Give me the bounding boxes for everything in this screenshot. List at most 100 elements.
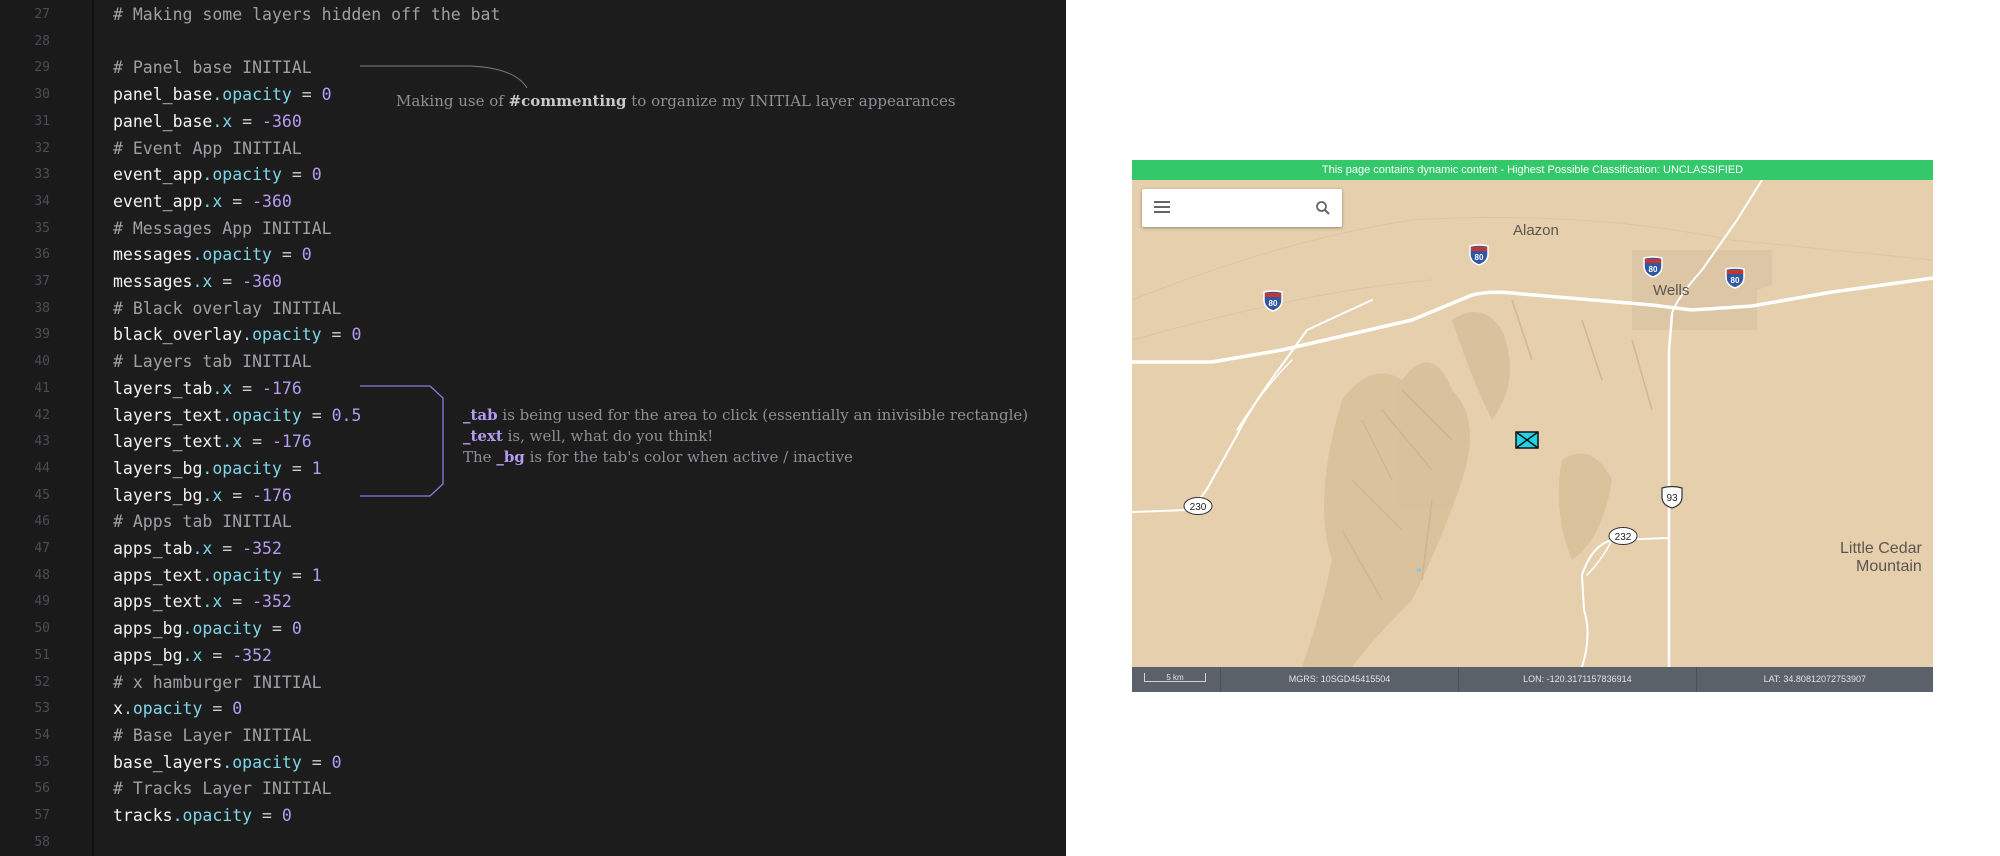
code-token-var: apps_bg: [113, 645, 183, 665]
code-token-var: apps_text: [113, 565, 203, 585]
code-token-var: panel_base: [113, 85, 213, 105]
code-line[interactable]: # Messages App INITIAL: [113, 216, 332, 243]
code-token-op: =: [271, 245, 302, 265]
svg-text:93: 93: [1666, 493, 1678, 504]
code-token-num: 0: [311, 165, 322, 185]
code-token-num: -176: [252, 485, 292, 505]
code-token-prop: .opacity: [192, 245, 272, 265]
track-marker-icon[interactable]: [1515, 431, 1539, 449]
code-line[interactable]: # Making some layers hidden off the bat: [113, 2, 500, 29]
hamburger-menu-icon[interactable]: [1154, 201, 1170, 215]
code-token-num: -360: [262, 111, 302, 131]
code-token-prop: .opacity: [242, 325, 322, 345]
route-232: [1581, 537, 1670, 667]
code-token-num: 1: [311, 565, 322, 585]
code-line[interactable]: # Base Layer INITIAL: [113, 723, 312, 750]
code-line[interactable]: layers_text.x = -176: [113, 429, 312, 456]
code-token-prop: .x: [182, 645, 203, 665]
line-number: 46: [34, 514, 50, 530]
svg-text:230: 230: [1190, 502, 1207, 513]
line-number: 55: [34, 754, 50, 770]
code-token-prop: .x: [202, 191, 223, 211]
search-icon[interactable]: [1314, 199, 1332, 217]
code-line[interactable]: apps_bg.x = -352: [113, 643, 272, 670]
code-line[interactable]: black_overlay.opacity = 0: [113, 322, 361, 349]
code-line[interactable]: messages.opacity = 0: [113, 242, 312, 269]
code-token-var: black_overlay: [113, 325, 243, 345]
code-token-op: =: [252, 806, 282, 825]
roads: [1132, 180, 1933, 667]
code-line[interactable]: base_layers.opacity = 0: [113, 750, 342, 777]
code-token-op: =: [222, 485, 253, 505]
code-line[interactable]: event_app.opacity = 0: [113, 162, 322, 189]
code-token-op: =: [291, 85, 322, 105]
code-line[interactable]: apps_text.x = -352: [113, 589, 292, 616]
bg-annotation: The _bg is for the tab's color when acti…: [463, 448, 853, 466]
code-token-op: =: [232, 111, 263, 131]
code-token-op: =: [242, 432, 272, 452]
code-line[interactable]: apps_bg.opacity = 0: [113, 616, 302, 643]
code-line[interactable]: # Apps tab INITIAL: [113, 509, 292, 536]
code-token-op: =: [301, 405, 332, 425]
line-number-gutter: 27 28 29 30 31 32 33 34 35 36 37 38 39 40 41 42 43 44 45 46…: [0, 0, 94, 856]
code-line[interactable]: layers_tab.x = -176: [113, 376, 302, 403]
code-token-var: base_layers: [113, 752, 223, 772]
code-token-var: apps_tab: [113, 539, 193, 558]
us-93-shield: 93: [1661, 485, 1683, 509]
code-token-num: 0.5: [331, 405, 362, 425]
line-number: 56: [34, 781, 50, 797]
code-token-var: event_app: [113, 191, 203, 211]
code-token-var: messages: [113, 272, 193, 291]
code-token-op: =: [212, 272, 243, 291]
code-token-num: 0: [351, 325, 362, 345]
code-editor[interactable]: 27 28 29 30 31 32 33 34 35 36 37 38 39 40 41 42 43 44 45 46…: [0, 0, 1066, 856]
code-line[interactable]: # Layers tab INITIAL: [113, 349, 312, 376]
code-token-prop: .opacity: [172, 806, 253, 825]
code-token-comment: # Layers tab INITIAL: [113, 352, 312, 372]
code-token-op: =: [222, 191, 253, 211]
code-token-num: 0: [321, 85, 332, 105]
water-point: [1417, 568, 1421, 572]
code-line[interactable]: # Event App INITIAL: [113, 136, 302, 163]
code-token-op: =: [301, 752, 332, 772]
line-number: 44: [34, 460, 50, 476]
code-line[interactable]: layers_bg.x = -176: [113, 483, 292, 510]
scale-indicator: 5 km: [1132, 667, 1221, 692]
code-token-num: -360: [242, 272, 282, 291]
code-line[interactable]: apps_tab.x = -352: [113, 536, 282, 563]
text-annotation: _text is, well, what do you think!: [463, 427, 714, 445]
code-line[interactable]: tracks.opacity = 0: [113, 803, 292, 830]
code-token-comment: # x hamburger INITIAL: [113, 672, 322, 692]
map-preview[interactable]: This page contains dynamic content - Hig…: [1132, 160, 1933, 692]
line-number: 37: [34, 274, 50, 289]
code-line[interactable]: # Panel base INITIAL: [113, 55, 312, 82]
code-line[interactable]: apps_text.opacity = 1: [113, 563, 322, 590]
code-line[interactable]: # Black overlay INITIAL: [113, 296, 341, 323]
code-line[interactable]: panel_base.x = -360: [113, 109, 302, 136]
line-number: 50: [34, 621, 50, 637]
code-token-num: -360: [252, 191, 292, 211]
code-token-comment: # Black overlay INITIAL: [113, 298, 342, 318]
tab-annotation: _tab is being used for the area to click…: [463, 406, 1029, 424]
code-token-num: -352: [232, 645, 272, 665]
line-number: 52: [34, 674, 50, 690]
line-number: 53: [34, 701, 50, 717]
code-token-comment: # Base Layer INITIAL: [113, 725, 312, 745]
code-token-var: layers_text: [113, 432, 223, 452]
code-line[interactable]: layers_text.opacity = 0.5: [113, 403, 361, 430]
code-token-op: =: [281, 458, 312, 478]
map-canvas[interactable]: [1132, 180, 1933, 667]
map-search-box[interactable]: [1142, 189, 1342, 227]
code-line[interactable]: panel_base.opacity = 0: [113, 82, 332, 109]
code-line[interactable]: x.opacity = 0: [113, 696, 242, 723]
line-number: 29: [34, 60, 50, 76]
svg-text:232: 232: [1615, 532, 1632, 543]
code-line[interactable]: event_app.x = -360: [113, 189, 292, 216]
code-token-op: =: [281, 165, 312, 185]
line-number: 45: [34, 487, 50, 503]
code-line[interactable]: # Tracks Layer INITIAL: [113, 776, 332, 803]
code-line[interactable]: # x hamburger INITIAL: [113, 670, 322, 697]
code-line[interactable]: layers_bg.opacity = 1: [113, 456, 322, 483]
code-line[interactable]: messages.x = -360: [113, 269, 282, 296]
code-token-num: -176: [271, 432, 312, 452]
